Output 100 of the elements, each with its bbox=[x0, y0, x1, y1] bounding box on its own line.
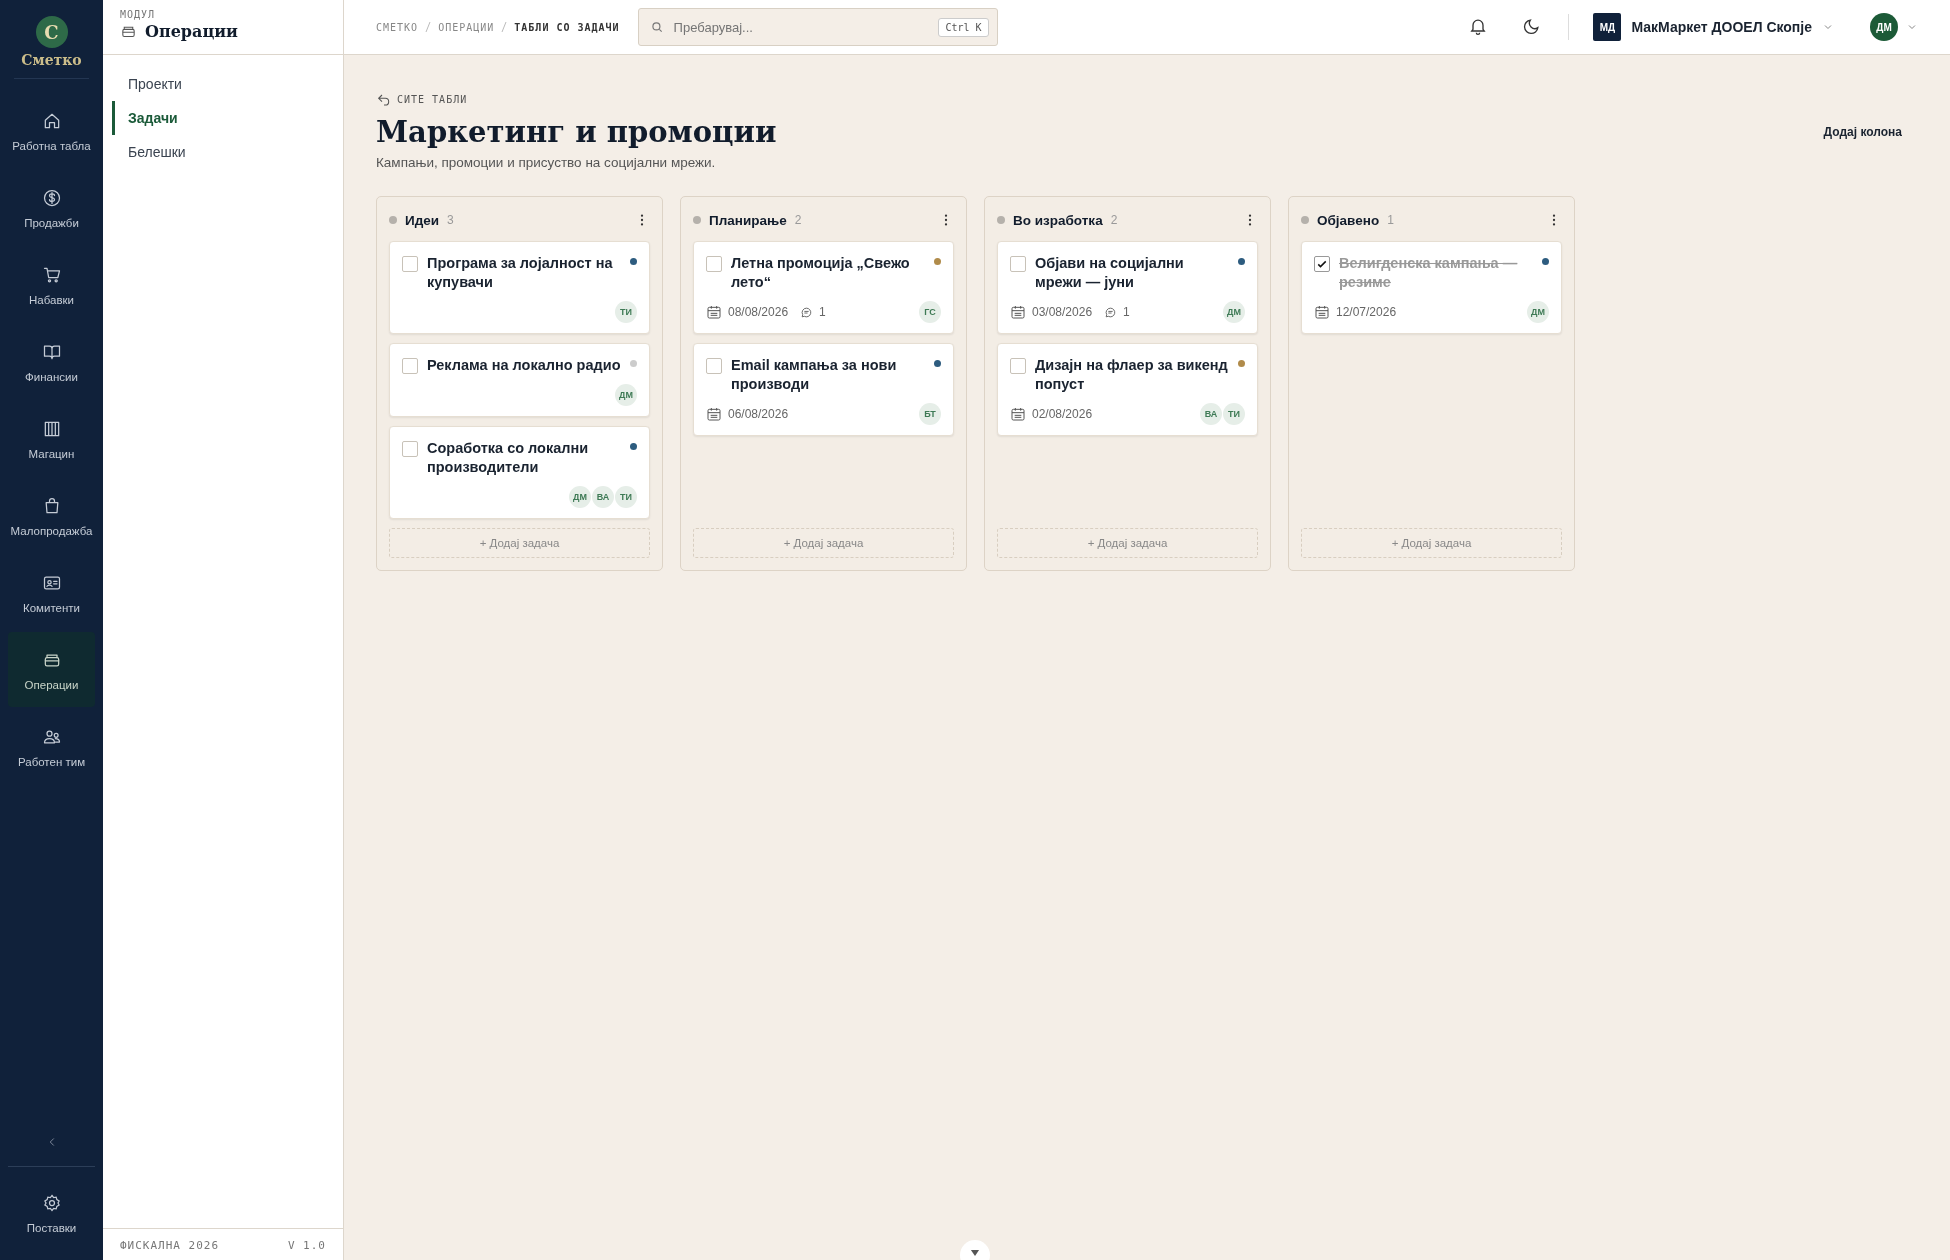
nav-item[interactable]: Операции bbox=[8, 632, 95, 707]
add-column-button[interactable]: Додај колона bbox=[1817, 124, 1908, 140]
board-title: Маркетинг и промоции bbox=[376, 115, 777, 149]
version-label: V 1.0 bbox=[287, 1239, 326, 1252]
logo-mark: С bbox=[35, 16, 68, 48]
column-title: Планирање bbox=[709, 212, 787, 228]
user-menu[interactable]: ДМ bbox=[1864, 12, 1924, 42]
nav-item[interactable]: Магацин bbox=[8, 401, 95, 476]
assignee-avatar: ГС bbox=[919, 301, 941, 323]
task-title: Велигденска кампања — резиме bbox=[1339, 254, 1519, 292]
task-checkbox[interactable] bbox=[1010, 256, 1026, 272]
comment-icon bbox=[800, 305, 814, 319]
task-card[interactable]: Соработка со локални производители ДМ ВА ТИ bbox=[389, 426, 650, 519]
status-dot bbox=[1301, 216, 1309, 224]
kebab-icon bbox=[640, 213, 644, 227]
task-checkbox[interactable] bbox=[706, 358, 722, 374]
task-checkbox[interactable] bbox=[402, 358, 418, 374]
task-card[interactable]: Email кампања за нови производи 06/08/2026 БТ bbox=[693, 343, 954, 436]
task-count: 1 bbox=[1387, 213, 1394, 227]
assignee-avatar: ДМ bbox=[569, 486, 591, 508]
nav-item[interactable]: Комитенти bbox=[8, 555, 95, 630]
assignee-avatar: БТ bbox=[919, 403, 941, 425]
assignee-avatar: ДМ bbox=[615, 384, 637, 406]
assignee-avatar: ТИ bbox=[615, 301, 637, 323]
task-checkbox[interactable] bbox=[402, 441, 418, 457]
status-dot bbox=[693, 216, 701, 224]
fiscal-year: ФИСКАЛНА 2026 bbox=[120, 1239, 220, 1252]
nav-item[interactable]: Финансии bbox=[8, 324, 95, 399]
subnav-item[interactable]: Задачи bbox=[112, 101, 343, 135]
module-title: Операции bbox=[145, 22, 238, 41]
task-card[interactable]: Објави на социјални мрежи — јуни 03/08/2026 1 ДМ bbox=[997, 241, 1258, 334]
task-count: 3 bbox=[447, 213, 454, 227]
status-dot bbox=[997, 216, 1005, 224]
task-checkbox[interactable] bbox=[706, 256, 722, 272]
task-card[interactable]: Програма за лојалност на купувачи ТИ bbox=[389, 241, 650, 334]
slash-separator-icon bbox=[501, 21, 508, 32]
task-title: Објави на социјални мрежи — јуни bbox=[1035, 254, 1185, 292]
due-date: 02/08/2026 bbox=[1032, 407, 1093, 421]
shortcut-hint: Ctrl K bbox=[938, 17, 989, 37]
search-icon bbox=[649, 20, 664, 34]
comment-count: 1 bbox=[1123, 305, 1130, 319]
breadcrumb-item[interactable]: ОПЕРАЦИИ bbox=[438, 21, 495, 33]
task-title: Летна промоција „Свежо лето“ bbox=[731, 254, 911, 292]
assignee-avatar: ДМ bbox=[1223, 301, 1245, 323]
company-switcher[interactable]: МД МакМаркет ДООЕЛ Скопје bbox=[1583, 13, 1844, 41]
task-checkbox[interactable] bbox=[402, 256, 418, 272]
module-caption: МОДУЛ bbox=[120, 9, 156, 20]
status-dot bbox=[389, 216, 397, 224]
kebab-icon bbox=[1248, 213, 1252, 227]
settings-icon bbox=[41, 1193, 62, 1213]
brand-name: Сметко bbox=[21, 52, 82, 68]
cart-icon bbox=[41, 265, 62, 285]
task-card[interactable]: Летна промоција „Свежо лето“ 08/08/2026 1 ГС bbox=[693, 241, 954, 334]
due-date: 06/08/2026 bbox=[728, 407, 789, 421]
due-date: 08/08/2026 bbox=[728, 305, 789, 319]
calendar-icon bbox=[706, 304, 722, 320]
nav-item[interactable]: Набавки bbox=[8, 247, 95, 322]
settings-button[interactable]: Поставки bbox=[8, 1175, 95, 1250]
task-title: Email кампања за нови производи bbox=[731, 356, 898, 394]
search-input[interactable]: Пребарувај... bbox=[671, 18, 931, 36]
task-card[interactable]: Дизајн на флаер за викенд попуст 02/08/2026 ВА ТИ bbox=[997, 343, 1258, 436]
task-checkbox[interactable] bbox=[1010, 358, 1026, 374]
breadcrumb-item[interactable]: СМЕТКО bbox=[376, 21, 419, 33]
nav-item[interactable]: Продажби bbox=[8, 170, 95, 245]
assignee-avatar: ВА bbox=[592, 486, 614, 508]
task-title: Дизајн на флаер за викенд попуст bbox=[1035, 356, 1229, 394]
task-title: Реклама на локално радио bbox=[427, 356, 621, 375]
task-title: Соработка со локални производители bbox=[427, 439, 590, 477]
subnav-item[interactable]: Проекти bbox=[112, 67, 343, 101]
comment-icon bbox=[1104, 305, 1118, 319]
breadcrumb-item: ТАБЛИ СО ЗАДАЧИ bbox=[514, 21, 620, 33]
assignee-avatar: ТИ bbox=[1223, 403, 1245, 425]
back-link[interactable]: СИТЕ ТАБЛИ bbox=[376, 91, 468, 107]
column-title: Објавено bbox=[1317, 212, 1380, 228]
calendar-icon bbox=[1314, 304, 1330, 320]
task-count: 2 bbox=[794, 213, 802, 227]
assignee-avatar: ДМ bbox=[1527, 301, 1549, 323]
comment-count: 1 bbox=[819, 305, 826, 319]
assignee-avatar: ТИ bbox=[615, 486, 637, 508]
nav-item[interactable]: Работна табла bbox=[8, 93, 95, 168]
board-description: Кампањи, промоции и присуство на социјални мрежи. bbox=[376, 155, 717, 170]
column-title: Идеи bbox=[405, 212, 440, 228]
subnav-item[interactable]: Белешки bbox=[112, 135, 343, 169]
task-card[interactable]: Реклама на локално радио ДМ bbox=[389, 343, 650, 417]
dollar-icon bbox=[41, 188, 62, 208]
checkmark-icon bbox=[1316, 258, 1328, 270]
kebab-icon bbox=[944, 213, 948, 227]
task-title: Програма за лојалност на купувачи bbox=[427, 254, 614, 292]
nav-item[interactable]: Работен тим bbox=[8, 709, 95, 784]
calendar-icon bbox=[1010, 406, 1026, 422]
kebab-icon bbox=[1552, 213, 1556, 227]
task-count: 2 bbox=[1110, 213, 1118, 227]
assignee-avatar: ВА bbox=[1200, 403, 1222, 425]
task-card[interactable]: Велигденска кампања — резиме 12/07/2026 ДМ bbox=[1301, 241, 1562, 334]
search-field[interactable]: Пребарувај... Ctrl K bbox=[637, 8, 998, 46]
slash-separator-icon bbox=[425, 21, 432, 32]
task-checkbox[interactable] bbox=[1314, 256, 1330, 272]
due-date: 03/08/2026 bbox=[1032, 305, 1093, 319]
nav-item[interactable]: Малопродажба bbox=[8, 478, 95, 553]
calendar-icon bbox=[706, 406, 722, 422]
